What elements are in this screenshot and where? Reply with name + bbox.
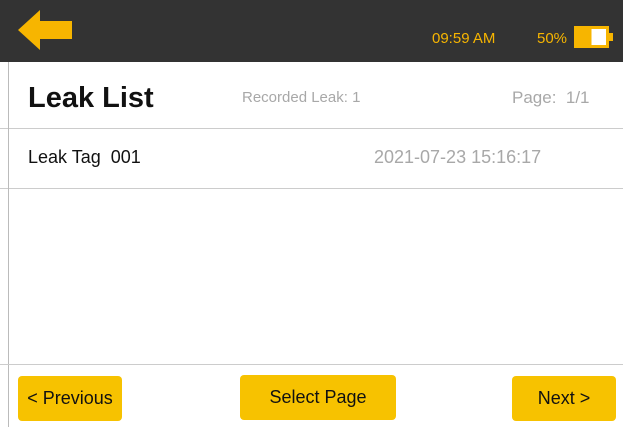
clock-time: 09:59 AM xyxy=(432,30,496,47)
select-page-button[interactable]: Select Page xyxy=(240,375,396,420)
leak-list-item[interactable]: Leak Tag 001 2021-07-23 15:16:17 xyxy=(0,128,623,189)
battery-percent: 50% xyxy=(537,30,568,47)
footer-divider xyxy=(0,364,623,365)
battery-icon xyxy=(574,26,613,48)
arrow-left-icon xyxy=(18,10,72,50)
page-title: Leak List xyxy=(28,82,154,114)
page-indicator: Page: 1/1 xyxy=(512,88,590,107)
title-row: Leak List Recorded Leak: 1 Page: 1/1 xyxy=(0,62,623,129)
left-divider xyxy=(8,62,9,427)
next-button[interactable]: Next > xyxy=(512,376,616,421)
back-button[interactable] xyxy=(18,10,74,50)
battery-fill xyxy=(577,29,592,45)
leak-tag-label: Leak Tag 001 xyxy=(28,147,141,167)
status-bar: 09:59 AM 50% xyxy=(0,0,623,62)
leak-timestamp: 2021-07-23 15:16:17 xyxy=(374,147,542,167)
previous-button[interactable]: < Previous xyxy=(18,376,122,421)
recorded-leak-count: Recorded Leak: 1 xyxy=(242,89,361,106)
leak-list-screen: 09:59 AM 50% Leak List Recorded Leak: 1 … xyxy=(0,0,623,427)
